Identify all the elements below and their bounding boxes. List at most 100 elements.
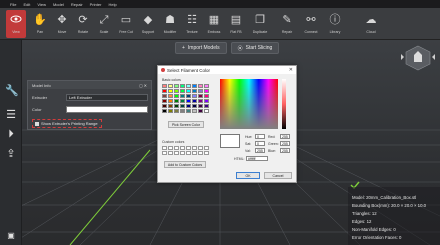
basic-color-swatch[interactable] xyxy=(168,89,173,93)
basic-color-swatch[interactable] xyxy=(186,99,191,103)
wrench-icon[interactable]: 🔧 xyxy=(5,85,19,97)
add-custom-colors-button[interactable]: Add to Custom Colors xyxy=(164,161,206,168)
basic-color-swatch[interactable] xyxy=(198,104,203,108)
play-icon[interactable]: ⏵ xyxy=(5,128,17,140)
custom-color-slot[interactable] xyxy=(168,151,173,155)
basic-color-swatch[interactable] xyxy=(186,84,191,88)
upload-icon[interactable]: ⇪ xyxy=(5,148,17,160)
html-input[interactable]: #ffffff xyxy=(246,156,268,161)
custom-color-slot[interactable] xyxy=(192,151,197,155)
basic-color-swatch[interactable] xyxy=(174,109,179,113)
basic-color-swatch[interactable] xyxy=(174,84,179,88)
basic-color-swatch[interactable] xyxy=(186,94,191,98)
basic-color-swatch[interactable] xyxy=(186,109,191,113)
custom-color-slot[interactable] xyxy=(180,151,185,155)
toolbar-texture-button[interactable]: ☷ Texture xyxy=(182,10,202,38)
custom-color-slot[interactable] xyxy=(162,151,167,155)
basic-color-swatch[interactable] xyxy=(192,89,197,93)
basic-color-swatch[interactable] xyxy=(180,94,185,98)
basic-color-swatch[interactable] xyxy=(162,109,167,113)
menu-help[interactable]: Help xyxy=(108,2,116,7)
menu-edit[interactable]: Edit xyxy=(23,2,30,7)
menu-file[interactable]: File xyxy=(10,2,16,7)
basic-color-swatch[interactable] xyxy=(186,89,191,93)
custom-color-slot[interactable] xyxy=(180,146,185,150)
toolbar-scale-button[interactable]: ⤢ Scale xyxy=(94,10,114,38)
color-swatch-button[interactable] xyxy=(66,106,148,113)
basic-color-swatch[interactable] xyxy=(198,89,203,93)
basic-color-swatch[interactable] xyxy=(192,84,197,88)
basic-color-swatch[interactable] xyxy=(168,94,173,98)
menu-printer[interactable]: Printer xyxy=(90,2,102,7)
basic-color-swatch[interactable] xyxy=(162,99,167,103)
basic-color-swatch[interactable] xyxy=(192,99,197,103)
pick-screen-color-button[interactable]: Pick Screen Color xyxy=(168,121,204,128)
basic-color-swatch[interactable] xyxy=(168,84,173,88)
start-slicing-button[interactable]: ⦿ Start Slicing xyxy=(230,42,280,54)
custom-color-slot[interactable] xyxy=(204,151,209,155)
basic-color-swatch[interactable] xyxy=(204,84,209,88)
sat-input[interactable]: 0 xyxy=(255,141,265,146)
toolbar-library-button[interactable]: ⓘ Library xyxy=(325,10,345,38)
luminance-slider[interactable] xyxy=(282,79,286,129)
basic-color-swatch[interactable] xyxy=(192,94,197,98)
menu-repair[interactable]: Repair xyxy=(71,2,83,7)
toolbar-support-button[interactable]: ◆ Support xyxy=(138,10,158,38)
custom-color-slot[interactable] xyxy=(174,151,179,155)
basic-color-swatch[interactable] xyxy=(162,84,167,88)
basic-color-swatch[interactable] xyxy=(162,104,167,108)
toolbar-move-button[interactable]: ✥ Move xyxy=(52,10,72,38)
toolbar-connect-button[interactable]: ⚯ Connect xyxy=(301,10,321,38)
toolbar-modifier-button[interactable]: ☗ Modifier xyxy=(160,10,180,38)
custom-color-slot[interactable] xyxy=(174,146,179,150)
close-icon[interactable]: ✕ xyxy=(289,67,293,73)
blue-input[interactable]: 255 xyxy=(280,148,290,153)
panel-controls[interactable]: ◻ ✕ xyxy=(139,83,147,88)
toolbar-duplicate-button[interactable]: ❐ Duplicate xyxy=(250,10,270,38)
toolbar-flat-button[interactable]: ▤ Flat FB xyxy=(226,10,246,38)
basic-color-swatch[interactable] xyxy=(180,99,185,103)
import-models-button[interactable]: + Import Models xyxy=(175,42,227,54)
custom-color-slot[interactable] xyxy=(192,146,197,150)
basic-color-swatch[interactable] xyxy=(204,94,209,98)
basic-color-swatch[interactable] xyxy=(174,94,179,98)
basic-color-swatch[interactable] xyxy=(162,89,167,93)
cancel-button[interactable]: Cancel xyxy=(264,172,292,179)
basic-color-swatch[interactable] xyxy=(162,94,167,98)
basic-color-swatch[interactable] xyxy=(198,84,203,88)
basic-color-swatch[interactable] xyxy=(204,99,209,103)
ok-button[interactable]: OK xyxy=(236,172,260,179)
toolbar-rotate-button[interactable]: ⟳ Rotate xyxy=(73,10,93,38)
red-input[interactable]: 255 xyxy=(280,134,290,139)
toolbar-pan-button[interactable]: ✋ Pan xyxy=(30,10,50,38)
custom-color-slot[interactable] xyxy=(186,151,191,155)
view-navigation-cube[interactable] xyxy=(400,42,436,72)
green-input[interactable]: 255 xyxy=(280,141,290,146)
settings-icon[interactable]: ▣ xyxy=(5,230,17,242)
toolbar-cloud-button[interactable]: ☁ Cloud xyxy=(358,10,384,38)
basic-color-swatch[interactable] xyxy=(192,104,197,108)
color-spectrum-picker[interactable] xyxy=(220,79,278,129)
list-icon[interactable]: ☰ xyxy=(5,109,17,121)
extruder-select[interactable]: Left Extruder xyxy=(66,94,148,101)
basic-color-swatch[interactable] xyxy=(180,89,185,93)
menu-view[interactable]: View xyxy=(37,2,46,7)
basic-color-swatch[interactable] xyxy=(204,104,209,108)
basic-color-swatch[interactable] xyxy=(174,99,179,103)
basic-color-swatch[interactable] xyxy=(180,84,185,88)
custom-color-slot[interactable] xyxy=(186,146,191,150)
basic-color-swatch[interactable] xyxy=(168,99,173,103)
basic-color-swatch[interactable] xyxy=(204,89,209,93)
basic-color-swatch[interactable] xyxy=(180,104,185,108)
toolbar-view-button[interactable]: View xyxy=(6,10,26,38)
basic-color-swatch[interactable] xyxy=(180,109,185,113)
basic-color-swatch[interactable] xyxy=(168,109,173,113)
toolbar-freecut-button[interactable]: ▭ Free Cut xyxy=(116,10,136,38)
basic-color-swatch[interactable] xyxy=(174,104,179,108)
basic-color-swatch[interactable] xyxy=(198,94,203,98)
basic-color-swatch[interactable] xyxy=(198,109,203,113)
basic-color-swatch[interactable] xyxy=(186,104,191,108)
basic-color-swatch[interactable] xyxy=(174,89,179,93)
toolbar-repair-button[interactable]: ✎ Repair xyxy=(277,10,297,38)
basic-color-swatch[interactable] xyxy=(198,99,203,103)
